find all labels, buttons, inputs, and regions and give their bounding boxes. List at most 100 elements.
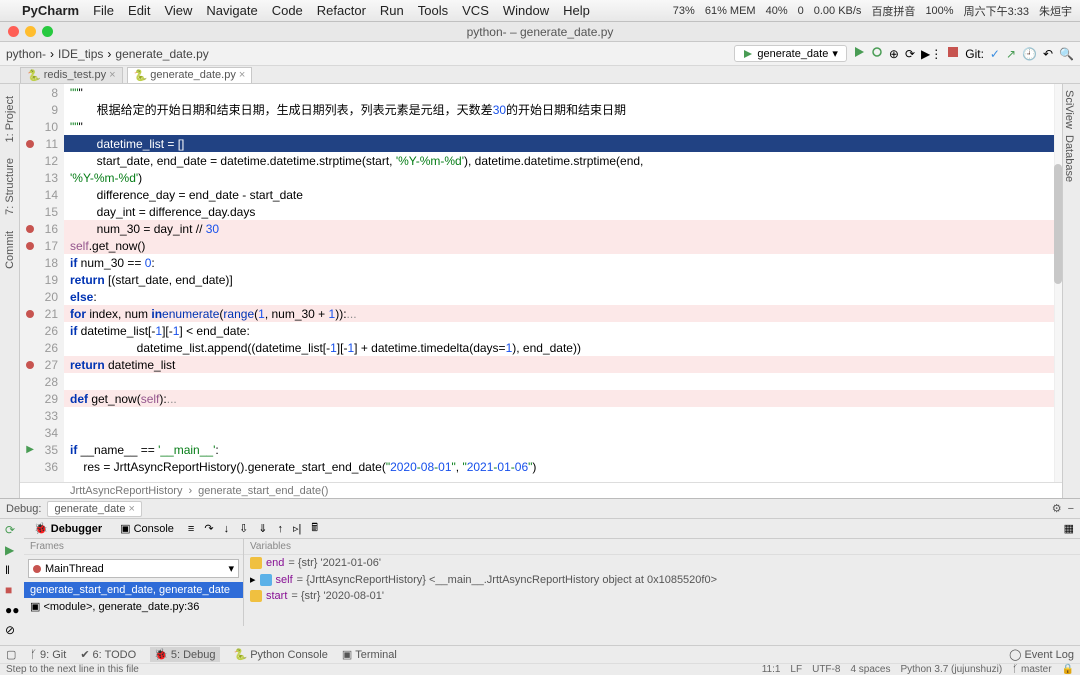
run-config-selector[interactable]: generate_date ▾ bbox=[734, 45, 846, 62]
gutter-line[interactable]: 8 bbox=[20, 84, 64, 101]
code-area[interactable]: """ 根据给定的开始日期和结束日期，生成日期列表，列表元素是元组，天数差30的… bbox=[64, 84, 1062, 498]
tool-sciview[interactable]: SciView bbox=[1063, 90, 1075, 129]
tool-project[interactable]: 1: Project bbox=[4, 96, 16, 142]
gutter-line[interactable]: 11 bbox=[20, 135, 64, 152]
step-out-icon[interactable]: ↑ bbox=[278, 523, 284, 535]
crumb-class[interactable]: JrttAsyncReportHistory bbox=[70, 485, 182, 497]
step-over-icon[interactable]: ↷ bbox=[204, 522, 213, 535]
gutter-line[interactable]: 27 bbox=[20, 356, 64, 373]
lock-icon[interactable]: 🔒 bbox=[1062, 664, 1074, 675]
gutter-line[interactable]: 12 bbox=[20, 152, 64, 169]
code-line[interactable] bbox=[64, 407, 1062, 424]
gutter-line[interactable]: 19 bbox=[20, 271, 64, 288]
python-console-button[interactable]: 🐍 Python Console bbox=[234, 648, 328, 661]
event-log-button[interactable]: ◯ Event Log bbox=[1009, 648, 1074, 661]
code-line[interactable]: difference_day = end_date - start_date bbox=[64, 186, 1062, 203]
code-line[interactable]: res = JrttAsyncReportHistory().generate_… bbox=[64, 458, 1062, 475]
profile-button[interactable]: ⟳ bbox=[905, 47, 915, 61]
clock[interactable]: 周六下午3:33 bbox=[964, 3, 1029, 19]
gutter-line[interactable]: 35▶ bbox=[20, 441, 64, 458]
gutter-line[interactable]: 18 bbox=[20, 254, 64, 271]
code-line[interactable]: """ bbox=[64, 84, 1062, 101]
stop-button[interactable] bbox=[948, 47, 959, 61]
frame-row[interactable]: ▣ <module>, generate_date.py:36 bbox=[24, 598, 243, 615]
code-line[interactable]: if num_30 == 0: bbox=[64, 254, 1062, 271]
editor-gutter[interactable]: 8910111213141516171819202126262728293334… bbox=[20, 84, 64, 498]
breadcrumb-dir[interactable]: IDE_tips bbox=[58, 47, 103, 61]
breakpoint-icon[interactable] bbox=[26, 310, 34, 318]
code-line[interactable]: datetime_list.append((datetime_list[-1][… bbox=[64, 339, 1062, 356]
encoding[interactable]: UTF-8 bbox=[812, 664, 840, 675]
evaluate-expression-icon[interactable]: 🖩 bbox=[311, 519, 318, 538]
app-name[interactable]: PyCharm bbox=[22, 3, 79, 18]
scrollbar[interactable] bbox=[1054, 84, 1062, 498]
breadcrumb-project[interactable]: python- bbox=[6, 47, 46, 61]
settings-icon[interactable]: ⚙ bbox=[1052, 502, 1062, 515]
code-line[interactable]: 根据给定的开始日期和结束日期，生成日期列表，列表元素是元组，天数差30的开始日期… bbox=[64, 101, 1062, 118]
debug-session-tab[interactable]: generate_date × bbox=[47, 501, 141, 517]
username[interactable]: 朱烜宇 bbox=[1039, 3, 1072, 19]
code-line[interactable]: if __name__ == '__main__': bbox=[64, 441, 1062, 458]
menu-edit[interactable]: Edit bbox=[128, 3, 150, 18]
variable-row[interactable]: start = {str} '2020-08-01' bbox=[244, 588, 1080, 604]
ime-indicator[interactable]: 百度拼音 bbox=[871, 3, 915, 19]
indent[interactable]: 4 spaces bbox=[850, 664, 890, 675]
breakpoint-icon[interactable] bbox=[26, 361, 34, 369]
gutter-line[interactable]: 9 bbox=[20, 101, 64, 118]
run-gutter-icon[interactable]: ▶ bbox=[26, 444, 34, 455]
resume-icon[interactable]: ▶ bbox=[5, 543, 19, 557]
code-line[interactable]: if datetime_list[-1][-1] < end_date: bbox=[64, 322, 1062, 339]
console-tab[interactable]: ▣ Console bbox=[116, 521, 178, 536]
git-commit-icon[interactable]: ↗ bbox=[1006, 47, 1016, 61]
menu-refactor[interactable]: Refactor bbox=[317, 3, 366, 18]
variable-row[interactable]: end = {str} '2021-01-06' bbox=[244, 555, 1080, 571]
close-tab-icon[interactable]: × bbox=[239, 69, 245, 81]
show-windows-icon[interactable]: ▢ bbox=[6, 648, 16, 661]
breadcrumb-file[interactable]: generate_date.py bbox=[115, 47, 208, 61]
interpreter[interactable]: Python 3.7 (jujunshuzi) bbox=[900, 664, 1002, 675]
code-line[interactable]: datetime_list = [] bbox=[64, 135, 1062, 152]
breakpoint-icon[interactable] bbox=[26, 225, 34, 233]
gutter-line[interactable]: 28 bbox=[20, 373, 64, 390]
thread-selector[interactable]: MainThread ▾ bbox=[28, 559, 239, 578]
code-line[interactable]: start_date, end_date = datetime.datetime… bbox=[64, 152, 1062, 169]
code-line[interactable] bbox=[64, 424, 1062, 441]
git-rollback-icon[interactable]: ↶ bbox=[1043, 47, 1053, 61]
code-line[interactable]: else: bbox=[64, 288, 1062, 305]
code-line[interactable]: self.get_now() bbox=[64, 237, 1062, 254]
close-tab-icon[interactable]: × bbox=[109, 69, 115, 81]
code-line[interactable]: def get_now(self):... bbox=[64, 390, 1062, 407]
gutter-line[interactable]: 29 bbox=[20, 390, 64, 407]
menu-run[interactable]: Run bbox=[380, 3, 404, 18]
tab-redis-test[interactable]: 🐍 redis_test.py × bbox=[20, 67, 123, 83]
run-button[interactable] bbox=[853, 46, 865, 61]
menu-vcs[interactable]: VCS bbox=[462, 3, 489, 18]
breakpoint-icon[interactable] bbox=[26, 140, 34, 148]
git-branch[interactable]: ᚶ master bbox=[1012, 664, 1051, 675]
code-line[interactable]: num_30 = day_int // 30 bbox=[64, 220, 1062, 237]
menu-view[interactable]: View bbox=[164, 3, 192, 18]
frame-row[interactable]: generate_start_end_date, generate_date bbox=[24, 582, 243, 598]
tool-database[interactable]: Database bbox=[1063, 135, 1075, 182]
gutter-line[interactable]: 33 bbox=[20, 407, 64, 424]
debug-tool-button[interactable]: 🐞 5: Debug bbox=[150, 647, 219, 662]
breakpoint-icon[interactable] bbox=[26, 242, 34, 250]
crumb-method[interactable]: generate_start_end_date() bbox=[198, 485, 328, 497]
todo-tool-button[interactable]: ✔ 6: TODO bbox=[80, 648, 136, 661]
gutter-line[interactable]: 26 bbox=[20, 339, 64, 356]
menu-help[interactable]: Help bbox=[563, 3, 590, 18]
gutter-line[interactable]: 15 bbox=[20, 203, 64, 220]
gutter-line[interactable]: 16 bbox=[20, 220, 64, 237]
line-separator[interactable]: LF bbox=[790, 664, 802, 675]
code-line[interactable]: """ bbox=[64, 118, 1062, 135]
rerun-icon[interactable]: ⟳ bbox=[5, 523, 19, 537]
gutter-line[interactable]: 10 bbox=[20, 118, 64, 135]
tool-structure[interactable]: 7: Structure bbox=[4, 158, 16, 215]
debug-button[interactable] bbox=[871, 46, 883, 61]
menu-file[interactable]: File bbox=[93, 3, 114, 18]
layout-settings-icon[interactable]: ▦ bbox=[1064, 522, 1074, 535]
menu-window[interactable]: Window bbox=[503, 3, 549, 18]
git-update-icon[interactable]: ✓ bbox=[990, 47, 1000, 61]
pause-icon[interactable]: ‖ bbox=[5, 563, 19, 577]
gutter-line[interactable]: 26 bbox=[20, 322, 64, 339]
